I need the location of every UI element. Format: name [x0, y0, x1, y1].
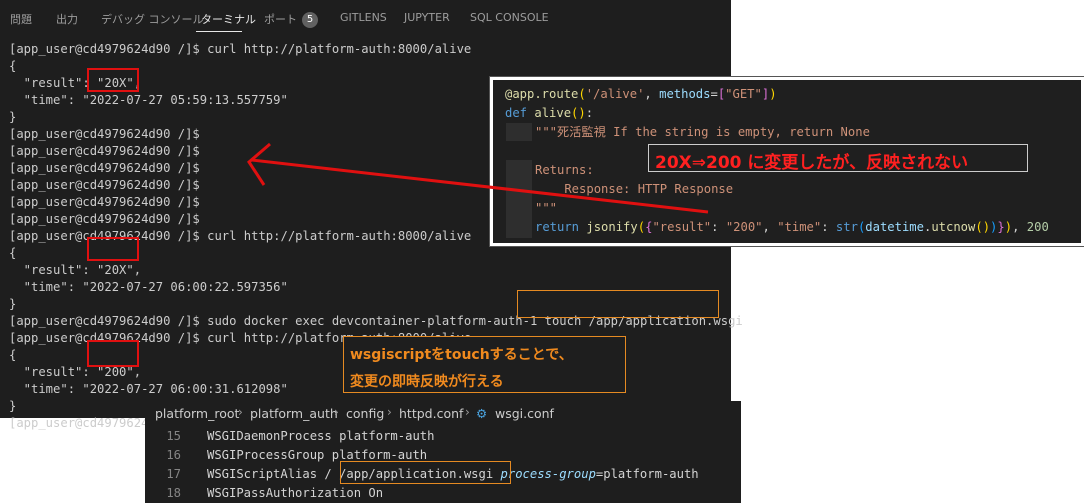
- tab-ports[interactable]: ポート 5: [264, 11, 318, 28]
- line-number: 15: [166, 429, 181, 443]
- chevron-right-icon: ›: [238, 405, 243, 419]
- tab-sql-console[interactable]: SQL CONSOLE: [470, 11, 549, 24]
- script-alias-directive: WSGIScriptAlias /: [207, 467, 340, 481]
- terminal-line: "result": "20X",: [9, 263, 142, 277]
- active-tab-indicator: [196, 31, 242, 32]
- docstring-line-4: """: [535, 201, 558, 215]
- tab-terminal[interactable]: ターミナル: [201, 11, 256, 27]
- terminal-line: [app_user@cd4979624d90 /]$: [9, 161, 200, 175]
- editor-line-15[interactable]: WSGIDaemonProcess platform-auth: [207, 427, 434, 446]
- tab-output[interactable]: 出力: [56, 11, 78, 27]
- code-line-def: def alive():: [505, 106, 594, 120]
- chevron-right-icon: ›: [465, 405, 470, 419]
- breadcrumb-item-platform-root[interactable]: platform_root: [155, 406, 239, 421]
- terminal-line: [app_user@cd4979624d90 /]$ curl http://p…: [9, 229, 472, 243]
- terminal-line: }: [9, 110, 17, 124]
- datetime-ref: datetime: [865, 220, 924, 234]
- utcnow-call: utcnow: [931, 220, 976, 234]
- chevron-right-icon: ›: [387, 405, 392, 419]
- line-number: 18: [166, 486, 181, 500]
- value-200: "200": [725, 220, 763, 234]
- panel-tab-bar: 問題 出力 デバッグ コンソール ターミナル ポート 5 GITLENS JUPY…: [0, 0, 731, 34]
- breadcrumb-item-httpd-conf[interactable]: httpd.conf: [399, 406, 463, 421]
- wsgi-path-highlight: [340, 461, 511, 484]
- terminal-line: [app_user@cd4979624d90 /]$: [9, 144, 200, 158]
- tab-jupyter[interactable]: JUPYTER: [404, 11, 450, 24]
- editor-line-18[interactable]: WSGIPassAuthorization On: [207, 484, 383, 503]
- key-time: "time": [777, 220, 822, 234]
- breadcrumb-item-config[interactable]: config: [346, 406, 384, 421]
- methods-value: "GET": [725, 87, 762, 101]
- function-name: alive: [534, 106, 572, 120]
- touch-command-highlight: [517, 290, 719, 318]
- not-reflected-annotation-box: 20X⇒200 に変更したが、反映されない: [648, 144, 1028, 173]
- terminal-line: [app_user@cd4979624d90 /]$ curl http://p…: [9, 42, 472, 56]
- result-20x-highlight-1: [87, 68, 139, 92]
- docstring-line-3: Response: HTTP Response: [535, 182, 734, 196]
- str-call: str: [835, 220, 858, 234]
- terminal-line: "time": "2022-07-27 05:59:13.557759": [9, 93, 288, 107]
- code-line-decorator: @app.route('/alive', methods=["GET"]): [505, 87, 777, 101]
- terminal-line: {: [9, 59, 17, 73]
- ports-count-badge: 5: [302, 12, 318, 28]
- terminal-line: "time": "2022-07-27 06:00:22.597356": [9, 280, 288, 294]
- breadcrumb-item-platform-auth[interactable]: platform_auth: [250, 406, 338, 421]
- indent-guide: [506, 160, 532, 238]
- breadcrumb-item-wsgi-conf[interactable]: wsgi.conf: [495, 406, 554, 421]
- process-group-value: =platform-auth: [595, 467, 699, 481]
- terminal-line: [app_user@cd4979624d90 /]$: [9, 212, 200, 226]
- touch-annotation-line1: wsgiscriptをtouchすることで、: [350, 347, 573, 363]
- line-number: 17: [166, 467, 181, 481]
- jsonify-call: jsonify: [586, 220, 638, 234]
- terminal-line: "time": "2022-07-27 06:00:31.612098": [9, 382, 288, 396]
- docstring-line-2: Returns:: [535, 163, 594, 177]
- methods-keyword: methods: [659, 87, 711, 101]
- terminal-line: }: [9, 297, 17, 311]
- return-keyword: return: [535, 220, 580, 234]
- result-200-highlight: [87, 340, 139, 367]
- code-line-return: return jsonify({"result": "200", "time":…: [535, 220, 1049, 234]
- terminal-line: [app_user@cd4979624: [9, 416, 149, 430]
- tab-gitlens[interactable]: GITLENS: [340, 11, 387, 24]
- docstring-line-1: """死活監視 If the string is empty, return N…: [535, 125, 870, 139]
- breadcrumb: platform_root › platform_auth › config ›…: [145, 401, 741, 425]
- code-snippet-panel: @app.route('/alive', methods=["GET"]) de…: [489, 76, 1084, 247]
- touch-annotation-box: wsgiscriptをtouchすることで、 変更の即時反映が行える: [343, 336, 626, 393]
- not-reflected-annotation: 20X⇒200 に変更したが、反映されない: [655, 153, 969, 173]
- process-group-key: process-group: [500, 467, 596, 481]
- route-path: '/alive': [585, 87, 645, 101]
- line-number: 16: [166, 448, 181, 462]
- key-result: "result": [652, 220, 712, 234]
- terminal-line: {: [9, 246, 17, 260]
- status-code: 200: [1026, 220, 1049, 234]
- terminal-line: [app_user@cd4979624d90 /]$: [9, 195, 200, 209]
- chevron-right-icon: ›: [334, 405, 339, 419]
- def-keyword: def: [505, 106, 528, 120]
- tab-debug-console[interactable]: デバッグ コンソール: [101, 11, 204, 27]
- terminal-line: {: [9, 348, 17, 362]
- tab-ports-label: ポート: [264, 13, 297, 26]
- tab-problems[interactable]: 問題: [10, 11, 32, 27]
- indent-guide: [506, 123, 532, 141]
- wsgi-conf-editor[interactable]: platform_root › platform_auth › config ›…: [145, 401, 741, 503]
- touch-annotation-line2: 変更の即時反映が行える: [350, 374, 504, 390]
- gear-icon: ⚙: [476, 406, 488, 421]
- decorator: @app.route: [505, 87, 579, 101]
- terminal-line: [app_user@cd4979624d90 /]$: [9, 127, 200, 141]
- terminal-line: }: [9, 399, 17, 413]
- result-20x-highlight-2: [87, 237, 139, 261]
- terminal-line: [app_user@cd4979624d90 /]$: [9, 178, 200, 192]
